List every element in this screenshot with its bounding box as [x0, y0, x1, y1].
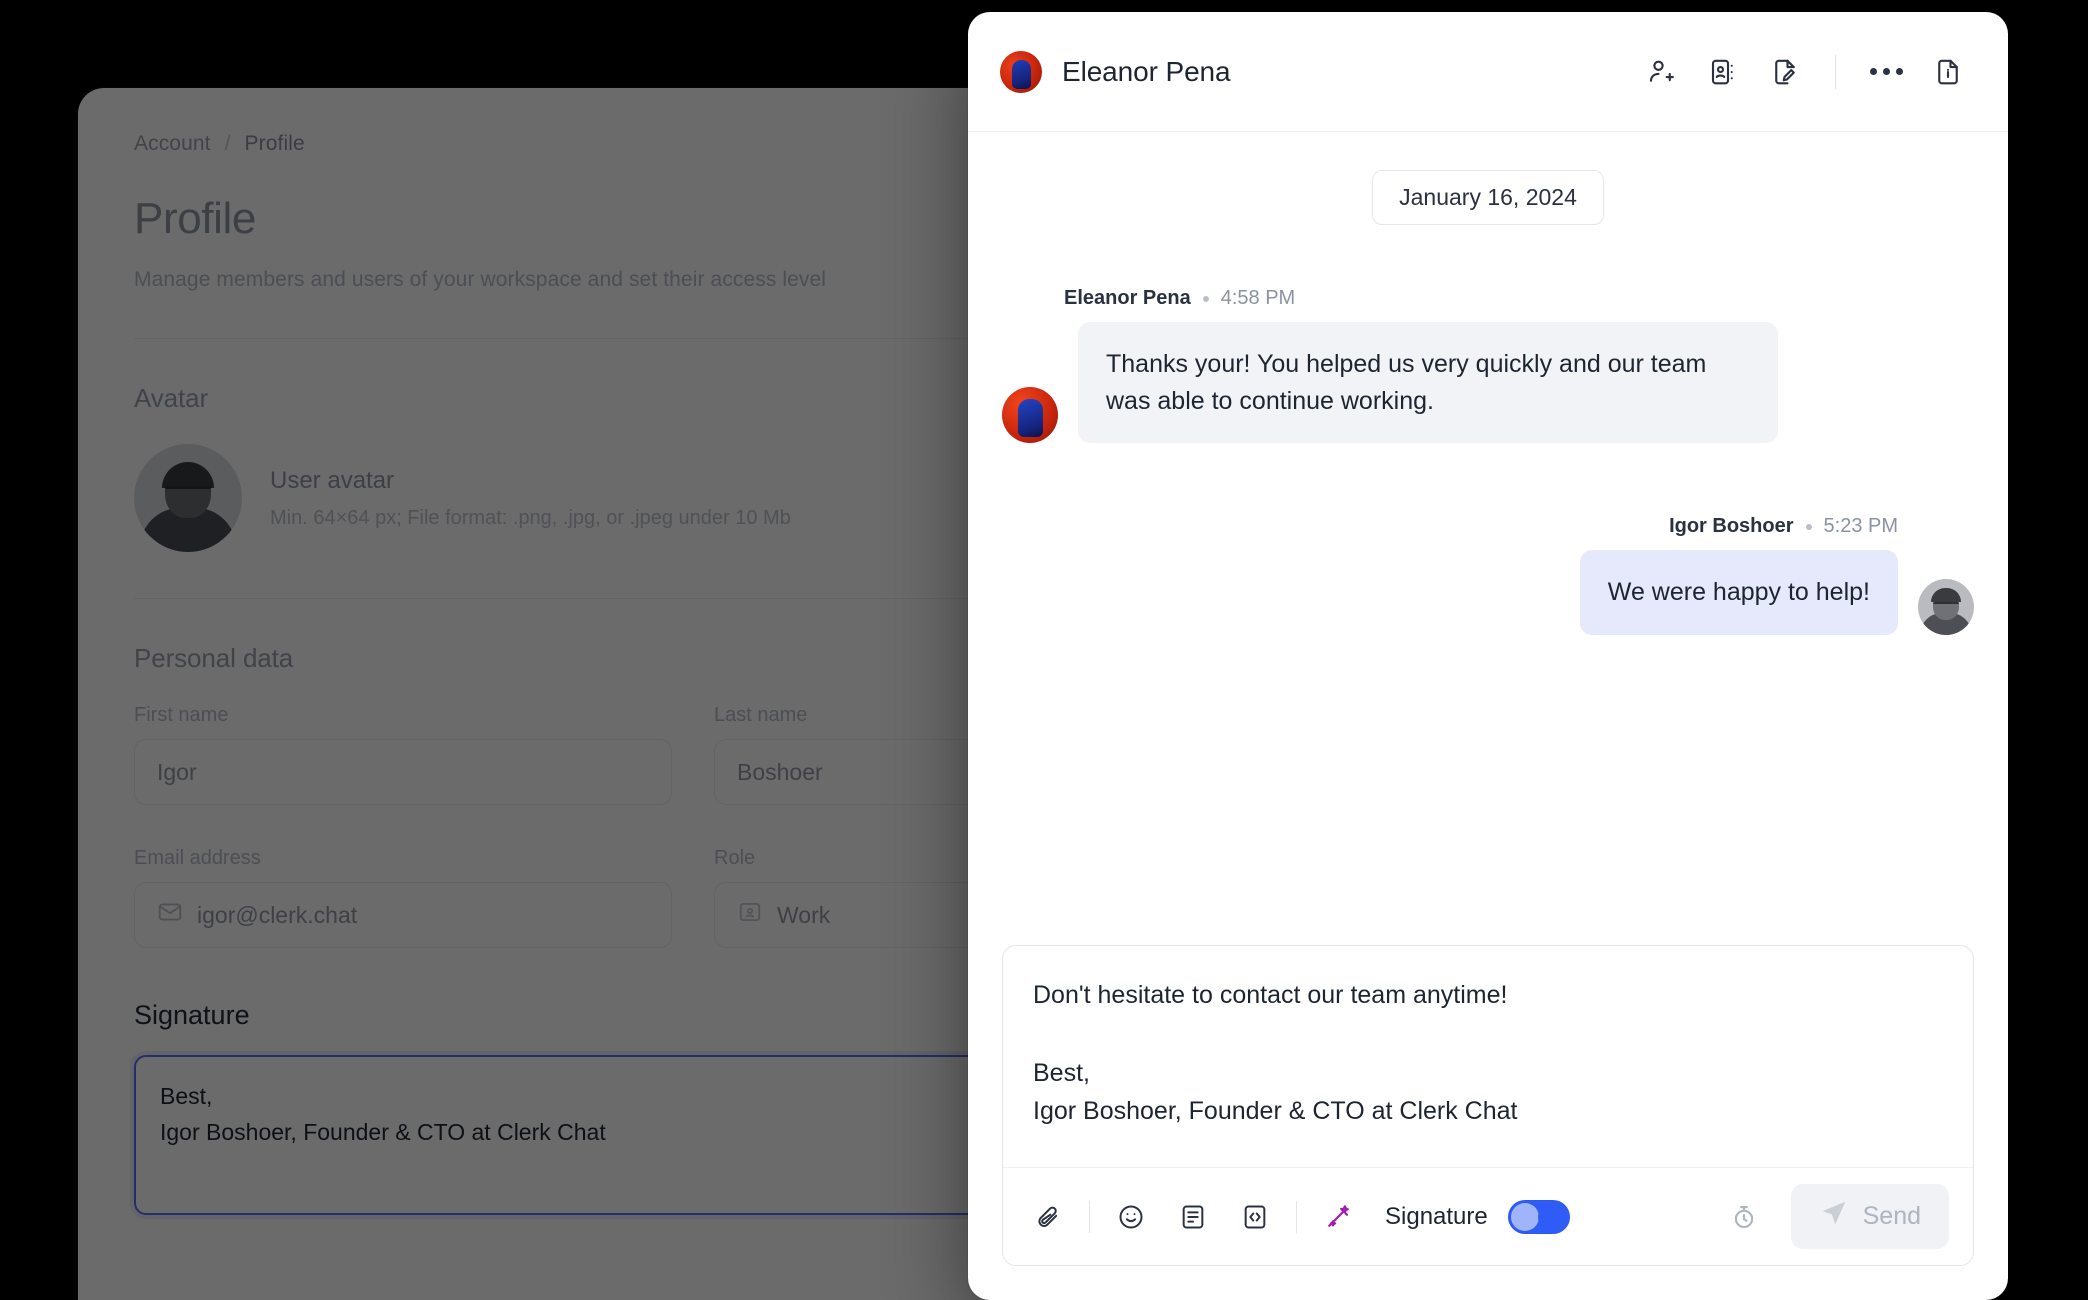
- message-row: Thanks your! You helped us very quickly …: [1002, 322, 1778, 443]
- send-button[interactable]: Send: [1790, 1184, 1949, 1249]
- note-edit-icon[interactable]: [1765, 52, 1805, 92]
- message-meta: Eleanor Pena 4:58 PM: [1064, 287, 1295, 310]
- breadcrumb-separator: /: [224, 132, 231, 155]
- toolbar-divider: [1296, 1200, 1297, 1233]
- signature-toggle-label: Signature: [1385, 1202, 1488, 1230]
- composer-toolbar: Signature Send: [1003, 1167, 1973, 1265]
- field-first-name: First name Igor: [134, 704, 672, 805]
- code-icon[interactable]: [1234, 1196, 1276, 1238]
- schedule-send-icon[interactable]: [1723, 1196, 1765, 1238]
- more-options-icon[interactable]: [1866, 52, 1906, 92]
- role-value: Work: [777, 901, 831, 928]
- message-row: We were happy to help!: [1579, 550, 1974, 635]
- field-label-email: Email address: [134, 847, 261, 869]
- chat-panel: Eleanor Pena January 16, 2024 Eleanor Pe…: [968, 12, 2008, 1300]
- message-sender: Eleanor Pena: [1064, 287, 1191, 309]
- screen: Account / Profile Profile Manage members…: [0, 0, 2088, 1300]
- template-icon[interactable]: [1172, 1196, 1214, 1238]
- last-name-value: Boshoer: [737, 758, 823, 785]
- chat-header: Eleanor Pena: [968, 12, 2008, 132]
- file-info-icon[interactable]: [1928, 52, 1968, 92]
- signature-toggle[interactable]: [1507, 1199, 1570, 1234]
- send-icon: [1819, 1198, 1849, 1235]
- message-input[interactable]: Don't hesitate to contact our team anyti…: [1003, 946, 1973, 1167]
- field-email: Email address igor@clerk.chat: [134, 847, 672, 948]
- message-group-incoming: Eleanor Pena 4:58 PM Thanks your! You he…: [1002, 287, 1974, 457]
- message-meta: Igor Boshoer 5:23 PM: [1669, 515, 1898, 538]
- avatar-name: User avatar: [270, 466, 395, 494]
- toolbar-divider: [1089, 1200, 1090, 1233]
- emoji-icon[interactable]: [1110, 1196, 1152, 1238]
- chat-messages: January 16, 2024 Eleanor Pena 4:58 PM Th…: [968, 132, 2008, 945]
- header-divider: [1835, 54, 1836, 89]
- peer-name: Eleanor Pena: [1062, 55, 1231, 87]
- chat-header-actions: [1641, 52, 1968, 92]
- avatar-hint: Min. 64×64 px; File format: .png, .jpg, …: [270, 506, 791, 529]
- send-label: Send: [1862, 1202, 1921, 1230]
- first-name-value: Igor: [157, 758, 197, 785]
- add-contact-icon[interactable]: [1641, 52, 1681, 92]
- message-bubble[interactable]: We were happy to help!: [1579, 550, 1898, 635]
- chat-peer[interactable]: Eleanor Pena: [1000, 50, 1231, 93]
- magic-wand-icon[interactable]: [1317, 1196, 1359, 1238]
- message-avatar: [1002, 387, 1058, 443]
- message-composer: Don't hesitate to contact our team anyti…: [1002, 945, 1974, 1266]
- mail-icon: [157, 899, 183, 931]
- breadcrumb-profile[interactable]: Profile: [245, 132, 305, 156]
- avatar[interactable]: [134, 444, 242, 552]
- message-avatar: [1918, 578, 1974, 635]
- message-time: 4:58 PM: [1220, 287, 1296, 309]
- field-label-first-name: First name: [134, 704, 229, 726]
- email-input[interactable]: igor@clerk.chat: [134, 882, 672, 948]
- message-sender: Igor Boshoer: [1669, 515, 1794, 537]
- date-chip: January 16, 2024: [1372, 170, 1604, 225]
- breadcrumb-account[interactable]: Account: [134, 132, 211, 156]
- first-name-input[interactable]: Igor: [134, 739, 672, 805]
- composer-wrap: Don't hesitate to contact our team anyti…: [968, 945, 2008, 1300]
- message-bubble[interactable]: Thanks your! You helped us very quickly …: [1078, 322, 1778, 443]
- date-divider: January 16, 2024: [1002, 170, 1974, 225]
- contact-card-icon: [737, 899, 763, 931]
- email-value: igor@clerk.chat: [197, 901, 358, 928]
- peer-avatar: [1000, 50, 1042, 93]
- message-time: 5:23 PM: [1823, 515, 1898, 537]
- contact-card-icon[interactable]: [1703, 52, 1743, 92]
- attachment-icon[interactable]: [1027, 1196, 1069, 1238]
- message-group-outgoing: Igor Boshoer 5:23 PM We were happy to he…: [1002, 515, 1974, 649]
